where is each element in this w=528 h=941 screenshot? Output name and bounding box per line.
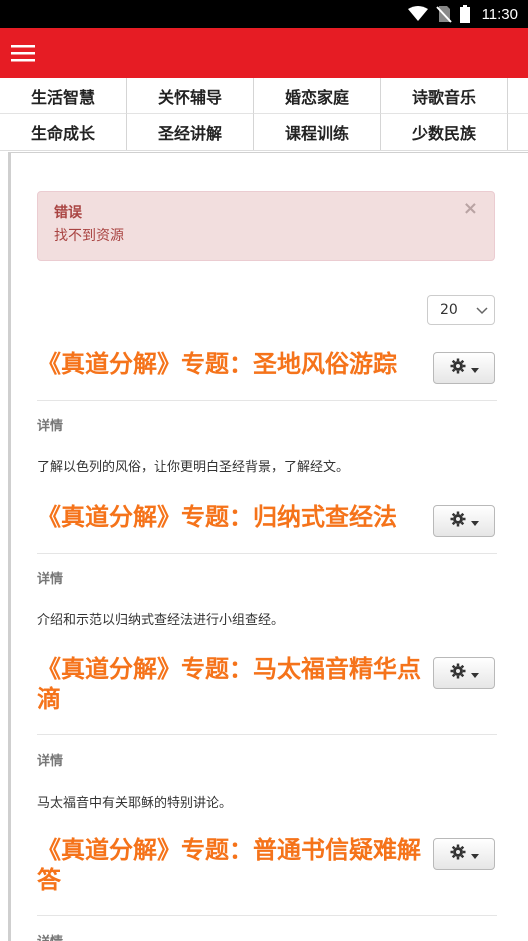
caret-down-icon — [470, 845, 479, 864]
detail-label: 详情 — [37, 572, 64, 587]
gear-icon — [450, 511, 466, 531]
caret-down-icon — [470, 664, 479, 683]
item-title[interactable]: 《真道分解》专题：圣地风俗游踪 — [37, 349, 429, 379]
error-alert: 错误 找不到资源 × — [37, 191, 495, 261]
detail-label: 详情 — [37, 419, 64, 434]
settings-dropdown-button[interactable] — [433, 352, 495, 384]
divider — [37, 915, 497, 916]
detail-label: 详情 — [37, 754, 64, 769]
gear-icon — [450, 663, 466, 683]
battery-icon — [459, 5, 470, 23]
divider — [37, 734, 497, 735]
category-item[interactable]: 生活智慧 — [0, 78, 127, 114]
caret-down-icon — [470, 359, 479, 378]
category-item[interactable]: 婚恋家庭 — [254, 78, 381, 114]
item-description: 马太福音中有关耶稣的特别讲论。 — [37, 796, 233, 811]
close-icon[interactable]: × — [463, 198, 478, 219]
wifi-icon — [407, 6, 428, 22]
category-nav: 生活智慧 关怀辅导 婚恋家庭 诗歌音乐 生命成长 圣经讲解 课程训练 少数民族 — [0, 78, 528, 151]
alert-message: 找不到资源 — [54, 228, 124, 244]
category-item[interactable]: 少数民族 — [381, 114, 508, 150]
item-description: 了解以色列的风俗，让你更明白圣经背景，了解经文。 — [37, 460, 350, 475]
chevron-down-icon — [476, 304, 488, 320]
settings-dropdown-button[interactable] — [433, 838, 495, 870]
hamburger-menu-icon[interactable] — [0, 28, 46, 78]
settings-dropdown-button[interactable] — [433, 505, 495, 537]
status-bar: 11:30 — [0, 0, 528, 28]
item-description: 介绍和示范以归纳式查经法进行小组查经。 — [37, 613, 285, 628]
category-item[interactable]: 生命成长 — [0, 114, 127, 150]
divider — [37, 400, 497, 401]
clock: 11:30 — [481, 5, 518, 23]
content-panel: 错误 找不到资源 × 20 《真道分解》专题：圣地风俗游踪 详情 了解以色列的风… — [8, 152, 528, 941]
caret-down-icon — [470, 512, 479, 531]
item-title[interactable]: 《真道分解》专题：马太福音精华点滴 — [37, 654, 429, 714]
no-sim-icon — [435, 5, 452, 23]
gear-icon — [450, 844, 466, 864]
divider — [37, 553, 497, 554]
settings-dropdown-button[interactable] — [433, 657, 495, 689]
page-size-select[interactable]: 20 — [427, 295, 495, 325]
app-bar — [0, 28, 528, 78]
category-item[interactable]: 诗歌音乐 — [381, 78, 508, 114]
item-title[interactable]: 《真道分解》专题：普通书信疑难解答 — [37, 835, 429, 895]
category-item[interactable]: 圣经讲解 — [127, 114, 254, 150]
gear-icon — [450, 358, 466, 378]
category-item[interactable]: 关怀辅导 — [127, 78, 254, 114]
category-overflow — [508, 114, 528, 150]
category-item[interactable]: 课程训练 — [254, 114, 381, 150]
page-size-value: 20 — [440, 302, 458, 318]
category-overflow — [508, 78, 528, 114]
alert-title: 错误 — [54, 205, 82, 221]
item-title[interactable]: 《真道分解》专题：归纳式查经法 — [37, 502, 429, 532]
